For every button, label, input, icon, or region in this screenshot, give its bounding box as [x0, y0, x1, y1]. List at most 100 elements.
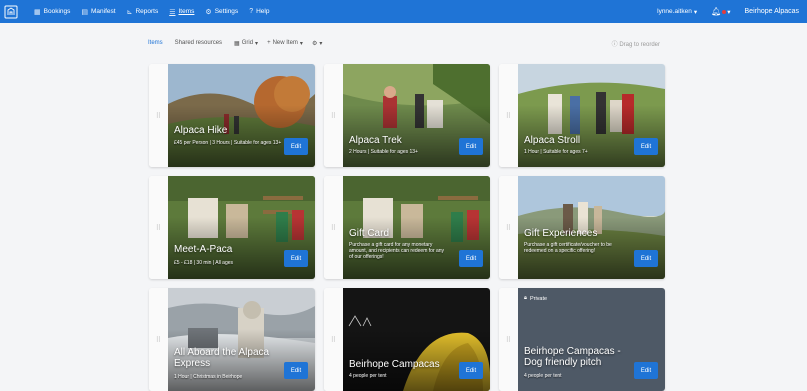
drag-handle-icon[interactable]: ⠿ — [499, 176, 518, 279]
tab-shared-resources[interactable]: Shared resources — [175, 40, 222, 46]
view-grid-dropdown[interactable]: ▦ Grid ▾ — [234, 40, 258, 47]
edit-button[interactable]: Edit — [459, 362, 483, 379]
items-toolbar: Items Shared resources ▦ Grid ▾ + New It… — [148, 36, 660, 50]
item-title: Alpaca Hike — [174, 125, 228, 136]
private-label: Private — [529, 295, 548, 302]
edit-button[interactable]: Edit — [634, 362, 658, 379]
new-item-button[interactable]: + New Item ▾ — [267, 40, 303, 47]
item-detail: Purchase a gift card for any monetary am… — [349, 242, 445, 260]
private-badge: 🔒︎ Private — [524, 295, 547, 302]
user-menu[interactable]: lynne.aitken ▾ — [657, 8, 697, 16]
item-card[interactable]: ⠿ Alpaca Hike £45 per Person | 3 Hours |… — [149, 64, 315, 167]
nav-help[interactable]: ? Help — [249, 8, 269, 15]
item-title: Beirhope Campacas — [349, 359, 440, 370]
item-photo: All Aboard the Alpaca Express 1 Hour | C… — [168, 288, 315, 391]
item-title: Gift Experiences — [524, 228, 598, 239]
item-detail: 1 Hour | Suitable for ages 7+ — [524, 149, 588, 155]
clipboard-icon: ▤ — [81, 8, 88, 16]
chevron-down-icon: ▾ — [255, 40, 259, 47]
item-detail: £5 - £18 | 30 min | All ages — [174, 260, 234, 266]
top-navigation-bar: ▦ Bookings ▤ Manifest ⊾ Reports ☰ Items … — [0, 0, 807, 23]
drag-handle-icon[interactable]: ⠿ — [149, 176, 168, 279]
nav-manifest[interactable]: ▤ Manifest — [81, 8, 115, 16]
item-card[interactable]: ⠿ 🔒︎ Private Beirhope Campacas - Dog fri… — [499, 288, 665, 391]
chevron-down-icon: ▾ — [299, 40, 303, 47]
item-card[interactable]: ⠿ Gift Experiences Purchase a gift certi… — [499, 176, 665, 279]
calendar-icon: ▦ — [34, 8, 41, 16]
help-icon: ? — [249, 8, 254, 15]
user-name: lynne.aitken — [657, 8, 692, 15]
nav-help-label: Help — [256, 8, 270, 15]
drag-hint: ⓘ Drag to reorder — [612, 39, 660, 48]
edit-button[interactable]: Edit — [459, 250, 483, 267]
photo-shade — [168, 105, 315, 167]
notifications-button[interactable]: 🔔︎ ▾ — [711, 7, 730, 16]
nav-settings-label: Settings — [214, 8, 239, 15]
item-card[interactable]: ⠿ Gift Card Purchase a gift card for any… — [324, 176, 490, 279]
item-photo: Beirhope Campacas 4 people per tent Edit — [343, 288, 490, 391]
edit-button[interactable]: Edit — [634, 250, 658, 267]
grid-icon: ▦ — [234, 40, 240, 47]
edit-button[interactable]: Edit — [634, 138, 658, 155]
item-photo: 🔒︎ Private Beirhope Campacas - Dog frien… — [518, 288, 665, 391]
item-title: Gift Card — [349, 228, 390, 239]
item-card[interactable]: ⠿ Beirhope Campacas 4 people per tent Ed… — [324, 288, 490, 391]
tab-items[interactable]: Items — [148, 40, 163, 46]
chevron-down-icon: ▾ — [693, 8, 698, 16]
item-photo: Alpaca Hike £45 per Person | 3 Hours | S… — [168, 64, 315, 167]
app-logo[interactable] — [0, 0, 22, 23]
item-detail: Purchase a gift certificate/voucher to b… — [524, 242, 612, 254]
edit-button[interactable]: Edit — [284, 250, 308, 267]
item-title: Beirhope Campacas - Dog friendly pitch — [524, 346, 621, 368]
drag-handle-icon[interactable]: ⠿ — [149, 288, 168, 391]
list-icon: ☰ — [169, 8, 176, 16]
new-item-label: New Item — [272, 40, 298, 46]
nav-reports-label: Reports — [135, 8, 159, 15]
nav-reports[interactable]: ⊾ Reports — [127, 8, 159, 16]
edit-button[interactable]: Edit — [284, 138, 308, 155]
drag-handle-icon[interactable]: ⠿ — [324, 64, 343, 167]
gear-icon: ⚙ — [205, 8, 212, 16]
drag-handle-icon[interactable]: ⠿ — [149, 64, 168, 167]
item-photo: Meet-A-Paca £5 - £18 | 30 min | All ages… — [168, 176, 315, 279]
items-grid: ⠿ Alpaca Hike £45 per Person | 3 Hours |… — [149, 64, 665, 391]
nav-items-label: Items — [178, 8, 195, 15]
drag-handle-icon[interactable]: ⠿ — [499, 64, 518, 167]
gear-icon: ⚙ — [311, 40, 318, 47]
drag-handle-icon[interactable]: ⠿ — [324, 288, 343, 391]
item-photo: Gift Card Purchase a gift card for any m… — [343, 176, 490, 279]
grid-label: Grid — [241, 40, 254, 46]
plus-icon: + — [267, 40, 271, 46]
chevron-down-icon: ▾ — [319, 40, 323, 47]
drag-hint-text: Drag to reorder — [619, 41, 660, 48]
bell-icon: 🔔︎ — [711, 7, 722, 16]
drag-handle-icon[interactable]: ⠿ — [324, 176, 343, 279]
chart-icon: ⊾ — [126, 8, 133, 16]
item-title: Alpaca Stroll — [524, 135, 581, 146]
edit-button[interactable]: Edit — [284, 362, 308, 379]
item-detail: 2 Hours | Suitable for ages 13+ — [349, 149, 418, 155]
settings-dropdown[interactable]: ⚙ ▾ — [312, 40, 322, 47]
item-photo: Gift Experiences Purchase a gift certifi… — [518, 176, 665, 279]
item-photo: Alpaca Trek 2 Hours | Suitable for ages … — [343, 64, 490, 167]
company-name[interactable]: Beirhope Alpacas — [745, 8, 799, 15]
drag-handle-icon[interactable]: ⠿ — [499, 288, 518, 391]
nav-settings[interactable]: ⚙ Settings — [205, 8, 238, 16]
item-title: Meet-A-Paca — [174, 244, 233, 255]
item-detail: £45 per Person | 3 Hours | Suitable for … — [174, 140, 282, 146]
item-card[interactable]: ⠿ Alpaca Stroll 1 Hour | Suitable for ag… — [499, 64, 665, 167]
item-card[interactable]: ⠿ Alpaca Trek 2 Hours | Suitable for age… — [324, 64, 490, 167]
item-detail: 1 Hour | Christmas in Beirhope — [174, 374, 243, 380]
notification-dot — [722, 9, 727, 14]
item-title: Alpaca Trek — [349, 135, 402, 146]
lock-icon: 🔒︎ — [524, 295, 527, 301]
edit-button[interactable]: Edit — [459, 138, 483, 155]
item-detail: 4 people per tent — [349, 373, 387, 379]
nav-items[interactable]: ☰ Items — [169, 8, 194, 16]
item-title: All Aboard the Alpaca Express — [174, 347, 270, 369]
chevron-down-icon: ▾ — [727, 8, 731, 16]
item-card[interactable]: ⠿ All Aboard the Alpaca Express 1 Hour |… — [149, 288, 315, 391]
nav-bookings[interactable]: ▦ Bookings — [34, 8, 70, 16]
item-card[interactable]: ⠿ Meet-A-Paca £5 - £18 | 30 min | All ag… — [149, 176, 315, 279]
nav-bookings-label: Bookings — [43, 8, 71, 15]
